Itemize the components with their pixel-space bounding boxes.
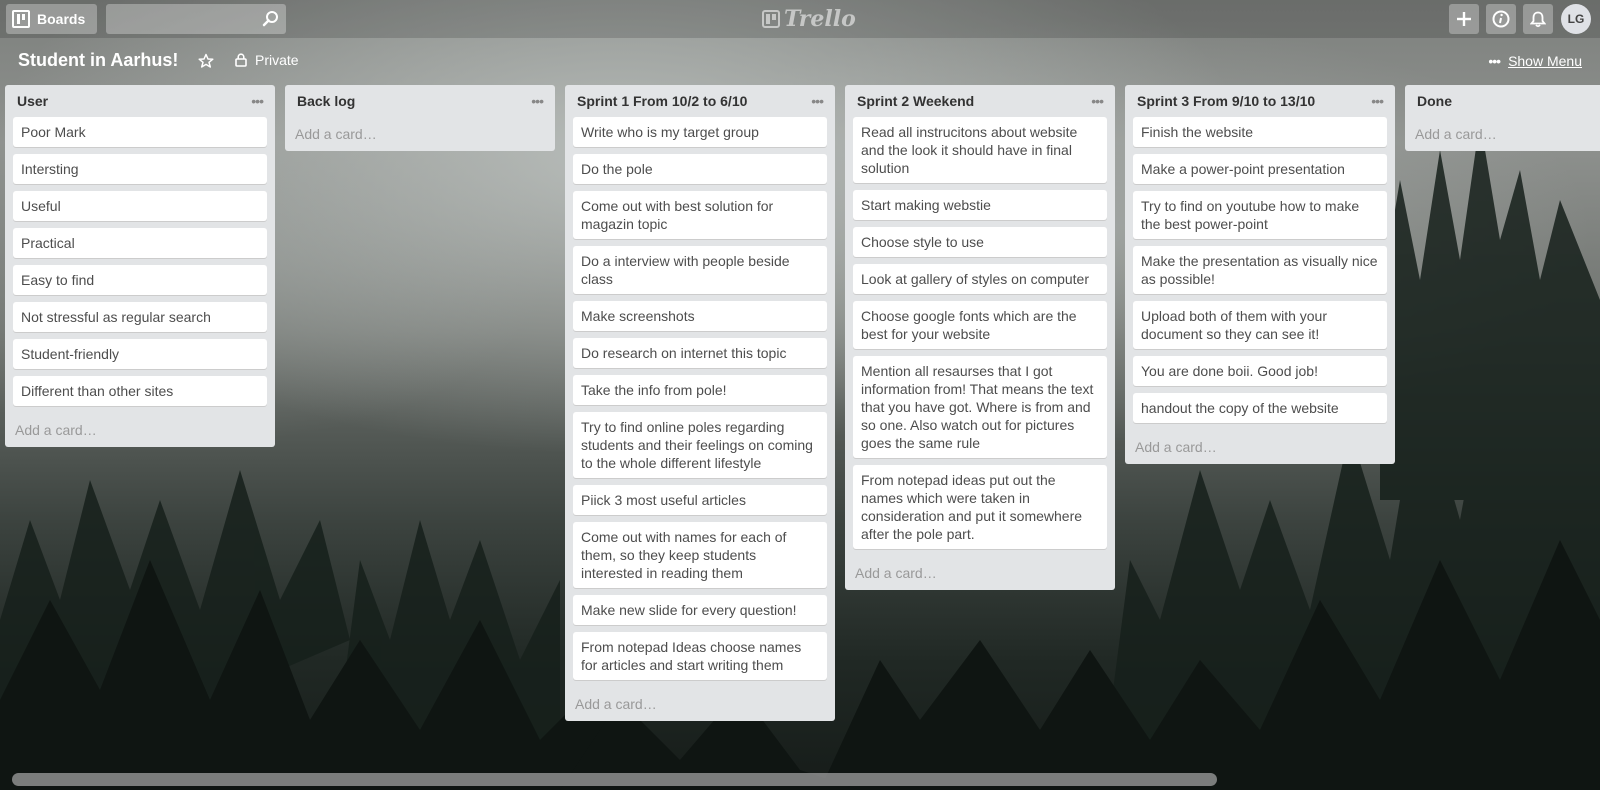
list-done[interactable]: Done Add a card… xyxy=(1405,85,1600,151)
star-icon[interactable] xyxy=(198,53,214,69)
board-title[interactable]: Student in Aarhus! xyxy=(18,50,178,71)
list-back-log[interactable]: Back log ••• Add a card… xyxy=(285,85,555,151)
user-avatar[interactable]: LG xyxy=(1561,4,1591,34)
list-title[interactable]: Back log xyxy=(297,93,355,109)
info-icon xyxy=(1492,10,1510,28)
horizontal-scrollbar[interactable] xyxy=(12,773,1217,786)
info-button[interactable] xyxy=(1486,4,1516,34)
card[interactable]: Choose style to use xyxy=(853,227,1107,257)
top-header-bar: Boards Trello LG xyxy=(0,0,1600,38)
card[interactable]: Do research on internet this topic xyxy=(573,338,827,368)
bell-icon xyxy=(1530,11,1546,27)
card[interactable]: Make a power-point presentation xyxy=(1133,154,1387,184)
card[interactable]: Piick 3 most useful articles xyxy=(573,485,827,515)
card[interactable]: Look at gallery of styles on computer xyxy=(853,264,1107,294)
card[interactable]: Different than other sites xyxy=(13,376,267,406)
boards-button-label: Boards xyxy=(37,11,86,27)
card[interactable]: Take the info from pole! xyxy=(573,375,827,405)
card[interactable]: Do a interview with people beside class xyxy=(573,246,827,294)
add-card-button[interactable]: Add a card… xyxy=(1413,117,1592,151)
plus-icon xyxy=(1457,12,1471,26)
list-sprint-1[interactable]: Sprint 1 From 10/2 to 6/10 ••• Write who… xyxy=(565,85,835,721)
list-title[interactable]: Sprint 3 From 9/10 to 13/10 xyxy=(1137,93,1315,109)
lock-icon xyxy=(235,53,247,67)
list-header: Done xyxy=(1413,85,1592,117)
notifications-button[interactable] xyxy=(1523,4,1553,34)
list-menu-icon[interactable]: ••• xyxy=(1371,93,1384,109)
more-dots-icon: ••• xyxy=(1488,53,1501,69)
trello-logo[interactable]: Trello xyxy=(762,6,856,32)
card[interactable]: Upload both of them with your document s… xyxy=(1133,301,1387,349)
trello-logo-icon xyxy=(762,10,780,28)
list-menu-icon[interactable]: ••• xyxy=(1091,93,1104,109)
list-user[interactable]: User ••• Poor Mark Intersting Useful Pra… xyxy=(5,85,275,447)
card[interactable]: Poor Mark xyxy=(13,117,267,147)
card[interactable]: Try to find online poles regarding stude… xyxy=(573,412,827,478)
search-icon[interactable] xyxy=(262,10,280,28)
card[interactable]: You are done boii. Good job! xyxy=(1133,356,1387,386)
card[interactable]: Write who is my target group xyxy=(573,117,827,147)
privacy-button[interactable]: Private xyxy=(235,52,299,68)
list-header: Sprint 3 From 9/10 to 13/10 ••• xyxy=(1133,85,1387,117)
card[interactable]: From notepad ideas put out the names whi… xyxy=(853,465,1107,549)
card[interactable]: Intersting xyxy=(13,154,267,184)
list-title[interactable]: Done xyxy=(1417,93,1452,109)
list-header: User ••• xyxy=(13,85,267,117)
list-header: Back log ••• xyxy=(293,85,547,117)
card[interactable]: handout the copy of the website xyxy=(1133,393,1387,423)
list-sprint-2[interactable]: Sprint 2 Weekend ••• Read all instrucito… xyxy=(845,85,1115,590)
boards-icon xyxy=(12,10,30,28)
list-title[interactable]: Sprint 1 From 10/2 to 6/10 xyxy=(577,93,747,109)
card[interactable]: From notepad Ideas choose names for arti… xyxy=(573,632,827,680)
list-title[interactable]: Sprint 2 Weekend xyxy=(857,93,974,109)
boards-button[interactable]: Boards xyxy=(6,4,97,34)
add-card-button[interactable]: Add a card… xyxy=(13,413,267,447)
search-box[interactable] xyxy=(106,4,286,34)
add-card-button[interactable]: Add a card… xyxy=(1133,430,1387,464)
list-menu-icon[interactable]: ••• xyxy=(251,93,264,109)
card[interactable]: Student-friendly xyxy=(13,339,267,369)
card[interactable]: Come out with names for each of them, so… xyxy=(573,522,827,588)
list-menu-icon[interactable]: ••• xyxy=(531,93,544,109)
card[interactable]: Read all instrucitons about website and … xyxy=(853,117,1107,183)
privacy-label: Private xyxy=(255,52,299,68)
list-title[interactable]: User xyxy=(17,93,48,109)
trello-logo-text: Trello xyxy=(784,6,856,32)
add-card-button[interactable]: Add a card… xyxy=(293,117,547,151)
card[interactable]: Choose google fonts which are the best f… xyxy=(853,301,1107,349)
card[interactable]: Practical xyxy=(13,228,267,258)
card[interactable]: Finish the website xyxy=(1133,117,1387,147)
card[interactable]: Start making webstie xyxy=(853,190,1107,220)
card[interactable]: Useful xyxy=(13,191,267,221)
card[interactable]: Not stressful as regular search xyxy=(13,302,267,332)
card[interactable]: Do the pole xyxy=(573,154,827,184)
add-card-button[interactable]: Add a card… xyxy=(573,687,827,721)
card[interactable]: Come out with best solution for magazin … xyxy=(573,191,827,239)
add-button[interactable] xyxy=(1449,4,1479,34)
show-menu-button[interactable]: ••• Show Menu xyxy=(1488,53,1582,69)
card[interactable]: Easy to find xyxy=(13,265,267,295)
list-menu-icon[interactable]: ••• xyxy=(811,93,824,109)
card[interactable]: Mention all resaurses that I got informa… xyxy=(853,356,1107,458)
card[interactable]: Make new slide for every question! xyxy=(573,595,827,625)
card[interactable]: Make the presentation as visually nice a… xyxy=(1133,246,1387,294)
list-sprint-3[interactable]: Sprint 3 From 9/10 to 13/10 ••• Finish t… xyxy=(1125,85,1395,464)
add-card-button[interactable]: Add a card… xyxy=(853,556,1107,590)
card[interactable]: Try to find on youtube how to make the b… xyxy=(1133,191,1387,239)
search-input[interactable] xyxy=(106,4,256,34)
list-header: Sprint 2 Weekend ••• xyxy=(853,85,1107,117)
card[interactable]: Make screenshots xyxy=(573,301,827,331)
list-header: Sprint 1 From 10/2 to 6/10 ••• xyxy=(573,85,827,117)
show-menu-label: Show Menu xyxy=(1508,53,1582,69)
